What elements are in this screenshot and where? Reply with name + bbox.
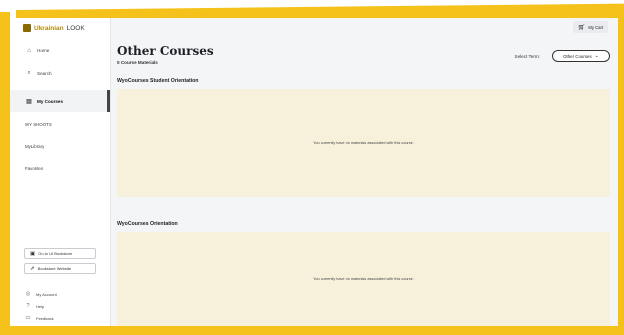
- frame-left: [0, 12, 10, 335]
- sidebar-item-home[interactable]: ⌂ Home: [10, 43, 110, 58]
- sidebar-help[interactable]: ? Help: [25, 303, 44, 309]
- help-icon: ?: [26, 303, 30, 309]
- app-window: Ukrainian LOOK ⌂ Home ⌕ Search ▤ My Cour…: [10, 18, 618, 326]
- footer-label: My Account: [36, 291, 57, 297]
- page-title: Other Courses: [117, 44, 214, 58]
- bookstore-website-button[interactable]: ⇗ Bookstore Website: [24, 263, 96, 274]
- logo-mark-icon: [23, 24, 31, 32]
- main-content: 🛒︎ My Cart Other Courses 0 Course Materi…: [111, 18, 618, 326]
- footer-label: Feedback: [36, 315, 54, 321]
- frame-right: [618, 10, 624, 335]
- cart-label: My Cart: [588, 24, 603, 30]
- logo-brand: Ukrainian: [34, 24, 64, 32]
- term-select[interactable]: Other Courses ⌄: [552, 50, 610, 62]
- sidebar-item-label: Home: [37, 48, 50, 53]
- footer-label: Help: [36, 303, 45, 309]
- home-icon: ⌂: [27, 47, 31, 54]
- sidebar-feedback[interactable]: ▭ Feedback: [25, 315, 54, 321]
- empty-materials-box: You currently have no materials associat…: [117, 232, 610, 326]
- logo[interactable]: Ukrainian LOOK: [23, 24, 85, 32]
- term-select-value: Other Courses: [563, 53, 592, 59]
- select-term-label: Select Term:: [514, 54, 540, 59]
- search-icon: ⌕: [27, 70, 31, 76]
- sidebar-link-favorites[interactable]: Favorites: [25, 166, 43, 171]
- button-label: Bookstore Website: [37, 266, 72, 271]
- sidebar-item-label: My Courses: [37, 98, 64, 104]
- sidebar-item-my-courses[interactable]: ▤ My Courses: [10, 90, 110, 112]
- sidebar-my-account[interactable]: ◎ My Account: [25, 291, 57, 297]
- sidebar-item-search[interactable]: ⌕ Search: [10, 66, 110, 81]
- sidebar-link-mylibrary[interactable]: MyLibrary: [25, 144, 44, 149]
- button-label: Go to UI Bookstore: [38, 251, 73, 256]
- empty-message: You currently have no materials associat…: [313, 277, 414, 281]
- empty-message: You currently have no materials associat…: [313, 141, 414, 145]
- sidebar-link-wy-shoots[interactable]: WY SHOOTS: [25, 122, 52, 127]
- go-to-bookstore-button[interactable]: ▣ Go to UI Bookstore: [24, 248, 96, 259]
- chevron-down-icon: ⌄: [594, 53, 599, 59]
- book-icon: ▤: [26, 98, 32, 105]
- empty-materials-box: You currently have no materials associat…: [117, 89, 610, 197]
- cart-icon: 🛒︎: [577, 24, 586, 31]
- user-icon: ◎: [25, 291, 31, 297]
- bookstore-icon: ▣: [30, 250, 36, 257]
- my-cart-button[interactable]: 🛒︎ My Cart: [572, 21, 608, 33]
- sidebar: Ukrainian LOOK ⌂ Home ⌕ Search ▤ My Cour…: [10, 18, 111, 326]
- sidebar-item-label: Search: [37, 71, 52, 76]
- feedback-icon: ▭: [25, 315, 31, 321]
- external-link-icon: ⇗: [30, 265, 35, 272]
- logo-suffix: LOOK: [66, 24, 85, 32]
- section-title: WyoCourses Orientation: [117, 221, 178, 227]
- course-materials-count: 0 Course Materials: [117, 60, 158, 65]
- frame-bottom: [0, 326, 624, 335]
- section-title: WyoCourses Student Orientation: [117, 78, 199, 84]
